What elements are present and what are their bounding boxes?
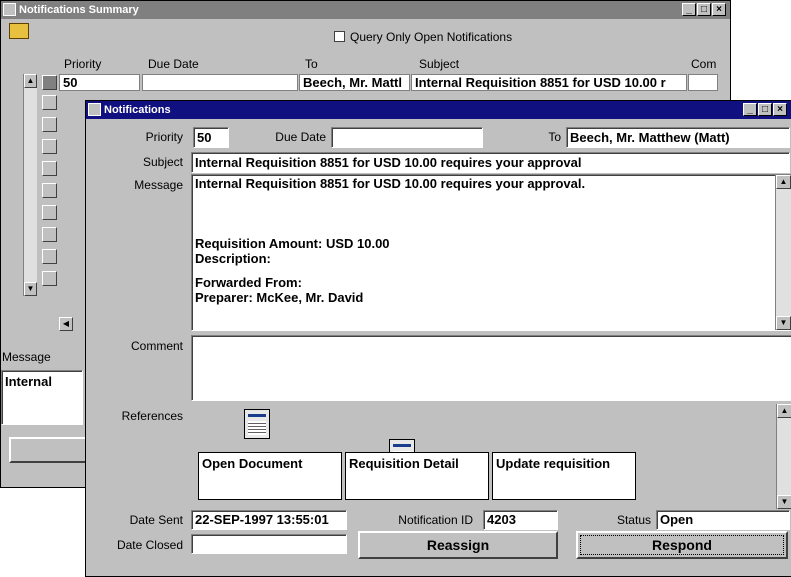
- col-subject: Subject: [419, 57, 460, 71]
- minimize-button[interactable]: _: [682, 3, 696, 16]
- row-to[interactable]: Beech, Mr. Mattl: [299, 74, 410, 91]
- subject-field[interactable]: Internal Requisition 8851 for USD 10.00 …: [191, 152, 790, 173]
- comment-field[interactable]: [191, 335, 791, 401]
- message-line: [195, 206, 765, 221]
- comment-label: Comment: [130, 339, 183, 353]
- reference-update-requisition[interactable]: Update requisition: [492, 452, 636, 500]
- reference-label: Open Document: [202, 456, 303, 471]
- scroll-down-icon[interactable]: ▼: [24, 282, 37, 296]
- query-only-checkbox[interactable]: [334, 31, 345, 42]
- scroll-up-icon[interactable]: ▲: [24, 74, 37, 88]
- summary-action-button[interactable]: [9, 437, 87, 463]
- query-only-label: Query Only Open Notifications: [350, 30, 513, 44]
- references-label: References: [121, 409, 183, 423]
- col-due-date: Due Date: [148, 57, 199, 71]
- row-selector[interactable]: [42, 205, 57, 220]
- message-line: [195, 191, 765, 206]
- row-selector[interactable]: [42, 227, 57, 242]
- row-selector[interactable]: [42, 75, 57, 90]
- message-text: Internal Requisition 8851 for USD 10.00 …: [195, 176, 765, 305]
- summary-empty-rows: [42, 95, 82, 295]
- col-comment: Com: [691, 57, 717, 71]
- reference-label: Requisition Detail: [349, 456, 459, 471]
- notifications-window: Notifications _ □ × Priority 50 Due Date…: [85, 100, 791, 577]
- priority-field[interactable]: 50: [193, 127, 229, 148]
- minimize-button[interactable]: _: [743, 103, 757, 116]
- scroll-up-icon[interactable]: ▲: [777, 404, 791, 418]
- respond-button[interactable]: Respond: [576, 531, 788, 559]
- message-line: Description:: [195, 251, 271, 266]
- reference-label: Update requisition: [496, 456, 611, 471]
- row-selector[interactable]: [42, 95, 57, 110]
- maximize-button[interactable]: □: [697, 3, 711, 16]
- message-line: [195, 266, 765, 275]
- references-panel: Open Document Requisition Detail Update …: [191, 404, 791, 509]
- notifications-title: Notifications: [104, 104, 171, 116]
- col-priority: Priority: [64, 57, 102, 71]
- summary-titlebar: Notifications Summary _ □ ×: [1, 1, 730, 19]
- summary-message-label: Message: [2, 350, 51, 364]
- due-date-field[interactable]: [331, 127, 483, 148]
- priority-label: Priority: [145, 130, 183, 144]
- row-selector[interactable]: [42, 249, 57, 264]
- to-field[interactable]: Beech, Mr. Matthew (Matt): [566, 127, 790, 148]
- row-priority[interactable]: 50: [59, 74, 140, 91]
- status-label: Status: [616, 513, 651, 527]
- row-due-date[interactable]: [142, 74, 298, 91]
- message-line: Internal Requisition 8851 for USD 10.00 …: [195, 176, 586, 191]
- col-to: To: [305, 57, 318, 71]
- message-line: Forwarded From:: [195, 275, 302, 290]
- notifications-titlebar: Notifications _ □ ×: [86, 101, 791, 119]
- scroll-up-icon[interactable]: ▲: [776, 175, 791, 189]
- subject-label: Subject: [142, 155, 183, 169]
- document-icon[interactable]: [244, 409, 270, 439]
- message-scrollbar[interactable]: ▲ ▼: [775, 175, 791, 330]
- row-subject[interactable]: Internal Requisition 8851 for USD 10.00 …: [411, 74, 687, 91]
- row-comment[interactable]: [688, 74, 718, 91]
- reference-open-document[interactable]: Open Document: [198, 452, 342, 500]
- maximize-button[interactable]: □: [758, 103, 772, 116]
- references-scrollbar[interactable]: ▲ ▼: [776, 404, 791, 509]
- scroll-left-icon[interactable]: ◀: [59, 317, 73, 331]
- scroll-down-icon[interactable]: ▼: [777, 495, 791, 509]
- row-selector[interactable]: [42, 161, 57, 176]
- date-closed-field[interactable]: [191, 534, 347, 554]
- close-button[interactable]: ×: [773, 103, 787, 116]
- reference-requisition-detail[interactable]: Requisition Detail: [345, 452, 489, 500]
- scroll-down-icon[interactable]: ▼: [776, 316, 791, 330]
- notification-id-label: Notification ID: [398, 513, 473, 527]
- row-selector[interactable]: [42, 183, 57, 198]
- date-sent-field[interactable]: 22-SEP-1997 13:55:01: [191, 510, 347, 530]
- summary-message-field[interactable]: Internal: [1, 370, 83, 425]
- message-line: Preparer: McKee, Mr. David: [195, 290, 364, 305]
- app-icon: [88, 103, 101, 116]
- message-line: [195, 221, 765, 236]
- row-selector[interactable]: [42, 117, 57, 132]
- message-label: Message: [134, 178, 183, 192]
- summary-scrollbar[interactable]: ▲ ▼: [23, 74, 37, 296]
- to-label: To: [548, 130, 561, 144]
- row-selector[interactable]: [42, 271, 57, 286]
- message-line: Requisition Amount: USD 10.00: [195, 236, 390, 251]
- close-button[interactable]: ×: [712, 3, 726, 16]
- message-field[interactable]: Internal Requisition 8851 for USD 10.00 …: [191, 174, 791, 331]
- notification-id-field[interactable]: 4203: [483, 510, 558, 530]
- open-folder-icon[interactable]: [9, 23, 29, 39]
- date-closed-label: Date Closed: [116, 538, 183, 552]
- due-date-label: Due Date: [275, 130, 326, 144]
- reassign-button[interactable]: Reassign: [358, 531, 558, 559]
- summary-title: Notifications Summary: [19, 4, 139, 16]
- status-field[interactable]: Open: [656, 510, 790, 530]
- app-icon: [3, 3, 16, 16]
- row-selector[interactable]: [42, 139, 57, 154]
- date-sent-label: Date Sent: [129, 513, 183, 527]
